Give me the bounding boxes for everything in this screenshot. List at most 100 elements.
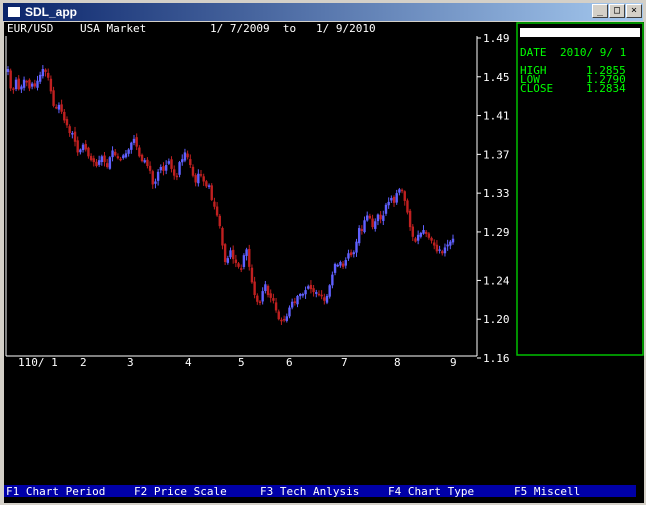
y-tick-label: 1.24 xyxy=(483,274,510,287)
candle-body xyxy=(207,185,211,187)
candle-body xyxy=(63,111,66,121)
candle-body xyxy=(28,79,31,89)
candle-body xyxy=(60,104,63,112)
candle-body xyxy=(387,201,390,206)
candle-body xyxy=(97,160,101,165)
candle-body xyxy=(143,160,146,163)
candle-body xyxy=(199,174,203,176)
candle-body xyxy=(395,193,398,203)
candle-body xyxy=(162,166,165,171)
x-tick-label: 7 xyxy=(341,356,348,369)
candle-body xyxy=(312,288,315,293)
info-panel-input[interactable] xyxy=(520,28,640,37)
candle-body xyxy=(197,173,200,184)
candle-body xyxy=(30,83,34,87)
candle-body xyxy=(280,319,283,322)
candle-body xyxy=(173,169,176,176)
y-tick-label: 1.37 xyxy=(483,148,510,161)
candle-body xyxy=(116,156,120,159)
candle-body xyxy=(293,301,297,303)
candle-body xyxy=(256,295,259,302)
f5-miscell[interactable]: F5 Miscell xyxy=(514,485,580,498)
date-value: 2010/ 9/ 1 xyxy=(560,46,626,59)
minimize-button[interactable]: _ xyxy=(592,4,608,18)
candle-body xyxy=(245,249,248,256)
candle-body xyxy=(103,155,106,163)
candle-body xyxy=(339,262,342,266)
candle-body xyxy=(290,301,294,308)
f1-chart-period[interactable]: F1 Chart Period xyxy=(6,485,105,498)
y-tick-label: 1.41 xyxy=(483,110,510,123)
y-tick-label: 1.49 xyxy=(483,32,510,45)
candle-body xyxy=(181,159,184,163)
x-tick-label: 6 xyxy=(286,356,293,369)
candle-body xyxy=(234,259,238,263)
candle-body xyxy=(95,161,98,166)
candle-body xyxy=(20,86,23,90)
candle-body xyxy=(229,250,232,258)
candle-body xyxy=(411,226,414,237)
candle-body xyxy=(250,267,254,283)
f3-tech-analysis[interactable]: F3 Tech Anlysis xyxy=(260,485,359,498)
candle-body xyxy=(341,263,345,267)
candle-body xyxy=(317,293,321,296)
candle-body xyxy=(130,142,133,150)
candle-body xyxy=(164,165,168,171)
title-bar[interactable]: SDL_app xyxy=(3,3,643,21)
y-tick-label: 1.16 xyxy=(483,352,510,365)
candle-body xyxy=(124,153,128,158)
candle-body xyxy=(84,143,87,150)
candle-body xyxy=(435,244,439,252)
candle-body xyxy=(304,290,307,295)
candle-body xyxy=(71,133,74,135)
candle-body xyxy=(240,268,243,270)
candle-body xyxy=(47,72,50,78)
candle-body xyxy=(443,247,447,254)
candle-body xyxy=(154,181,157,184)
candle-body xyxy=(253,281,256,295)
y-axis: 1.49 1.45 1.41 1.37 1.33 1.29 1.24 1.20 1.16 xyxy=(477,32,510,365)
candle-body xyxy=(12,88,15,90)
candle-body xyxy=(114,151,117,156)
candle-body xyxy=(331,274,334,286)
candle-body xyxy=(371,218,374,228)
f2-price-scale[interactable]: F2 Price Scale xyxy=(134,485,227,498)
x-tick-label: 8 xyxy=(394,356,401,369)
candle-body xyxy=(25,80,28,83)
candle-body xyxy=(347,253,350,259)
candle-body xyxy=(288,307,291,317)
candle-body xyxy=(368,215,372,219)
candle-body xyxy=(151,171,154,185)
y-tick-label: 1.29 xyxy=(483,226,510,239)
candle-body xyxy=(226,258,230,263)
candle-body xyxy=(132,138,136,143)
candle-body xyxy=(237,263,240,267)
candle-body xyxy=(146,159,149,166)
close-value: 1.2834 xyxy=(586,82,626,95)
candle-body xyxy=(406,200,409,213)
candle-body xyxy=(57,104,61,110)
candles-series xyxy=(6,65,455,325)
candle-body xyxy=(55,106,58,109)
candle-body xyxy=(422,230,425,234)
candle-body xyxy=(384,204,388,214)
candle-body xyxy=(138,147,141,157)
candle-body xyxy=(231,249,235,260)
candle-body xyxy=(451,238,455,243)
f4-chart-type[interactable]: F4 Chart Type xyxy=(388,485,474,498)
maximize-button[interactable]: □ xyxy=(609,4,625,18)
candle-body xyxy=(210,185,213,200)
candle-body xyxy=(73,131,77,142)
candle-body xyxy=(17,78,20,90)
candle-body xyxy=(33,83,37,87)
candlestick-chart: EUR/USD USA Market 1/ 7/2009 to 1/ 9/201… xyxy=(4,22,644,498)
candle-body xyxy=(366,215,369,221)
candle-body xyxy=(325,295,329,303)
candle-body xyxy=(111,150,114,158)
close-button[interactable]: × xyxy=(626,4,642,18)
window-title: SDL_app xyxy=(25,5,78,19)
candle-body xyxy=(414,238,417,242)
candle-body xyxy=(419,232,423,237)
candle-body xyxy=(100,156,104,163)
candle-body xyxy=(156,171,160,181)
